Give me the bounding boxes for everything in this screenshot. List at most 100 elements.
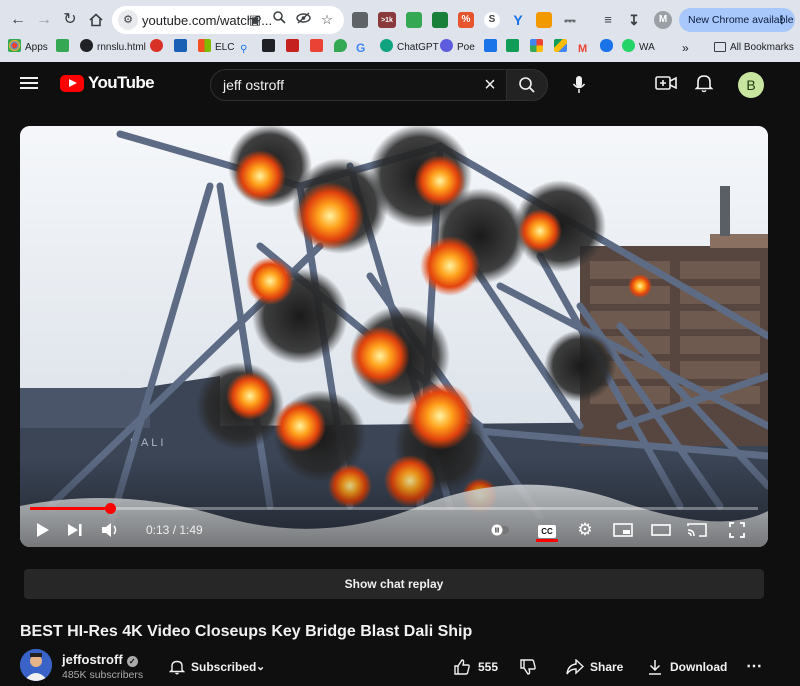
menu-hamburger-icon[interactable] — [20, 74, 40, 94]
address-bar[interactable]: ⚙ youtube.com/watch?... ▣ ☆ — [112, 6, 344, 34]
autoplay-toggle-icon[interactable] — [490, 520, 510, 540]
bookmark-gmail[interactable]: M — [578, 39, 595, 57]
bookmark-chat[interactable] — [600, 39, 617, 57]
search-query[interactable]: jeff ostroff — [223, 77, 284, 93]
install-app-icon[interactable]: ▣ — [246, 11, 264, 29]
extension-y-icon[interactable]: Y — [510, 12, 526, 28]
bookmark-poe[interactable]: Poe — [440, 39, 475, 57]
microsoft-icon — [198, 39, 211, 52]
extension-grid-icon[interactable] — [432, 12, 448, 28]
more-actions-icon[interactable]: ⋯ — [746, 655, 762, 679]
bookmark-apps[interactable]: Apps — [8, 39, 48, 57]
more-bookmarks-chevron-icon[interactable]: » — [682, 39, 689, 57]
extension-hat-icon[interactable] — [352, 12, 368, 28]
bookmark-photos[interactable] — [530, 39, 547, 57]
reading-list-icon[interactable]: ≡ — [600, 12, 616, 28]
download-button[interactable]: Download — [648, 655, 727, 679]
next-video-icon[interactable] — [64, 520, 86, 540]
search-button[interactable] — [506, 69, 548, 101]
channel-name-row[interactable]: jeffostroff ✓ — [62, 652, 138, 667]
subtitles-cc-icon[interactable]: CC — [536, 520, 558, 542]
forward-arrow-icon[interactable]: → — [32, 8, 56, 32]
chat-replay-label: Show chat replay — [344, 577, 444, 591]
bookmark-rnnslu[interactable]: rnnslu.html — [80, 39, 146, 57]
video-title: BEST HI-Res 4K Video Closeups Key Bridge… — [20, 623, 473, 640]
bookmark-elc[interactable]: ELC — [198, 39, 234, 57]
progress-scrubber-handle[interactable] — [105, 503, 117, 514]
bookmark-star-icon[interactable]: ☆ — [318, 11, 336, 29]
bookmark-chatgpt-label: ChatGPT — [397, 42, 439, 53]
bookmark-poe-label: Poe — [457, 42, 475, 53]
account-avatar[interactable]: B — [738, 72, 764, 98]
subscribed-button[interactable]: Subscribed ⌄ — [160, 652, 276, 682]
create-video-icon[interactable] — [655, 73, 679, 97]
like-button[interactable]: 555 — [453, 655, 503, 679]
bookmark-google[interactable]: G — [356, 39, 369, 57]
extension-orange-icon[interactable] — [536, 12, 552, 28]
bookmark-search[interactable]: ⚲ — [240, 39, 257, 57]
bookmark-pinwheel[interactable] — [150, 39, 167, 57]
back-arrow-icon[interactable]: ← — [6, 8, 30, 32]
bookmark-cp[interactable] — [174, 39, 191, 57]
channel-name[interactable]: jeffostroff — [62, 652, 123, 667]
microphone-icon — [572, 76, 586, 93]
extension-leaf-icon[interactable] — [406, 12, 422, 28]
thumbs-up-icon — [454, 659, 470, 675]
bookmark-sheet[interactable] — [506, 39, 523, 57]
account-avatar-letter: B — [746, 77, 756, 93]
bookmark-drive[interactable] — [554, 39, 571, 57]
bookmark-red[interactable] — [286, 39, 303, 57]
subscriber-count: 485K subscribers — [62, 669, 144, 681]
channel-avatar[interactable] — [20, 649, 52, 681]
progress-bar[interactable] — [30, 503, 758, 514]
reload-icon[interactable]: ↻ — [58, 8, 82, 32]
extension-percent-icon[interactable]: % — [458, 12, 474, 28]
photos-icon — [530, 39, 543, 52]
pinwheel-icon — [150, 39, 163, 52]
bookmark-chatgpt[interactable]: ChatGPT — [380, 39, 439, 57]
video-player[interactable]: DALI 0:13 / 1:49 CC ⚙ — [20, 126, 768, 547]
download-icon[interactable]: ↧ — [626, 12, 642, 28]
bookmark-wa-label: WA — [639, 42, 655, 53]
dislike-button[interactable] — [519, 655, 539, 679]
bookmark-blue[interactable] — [484, 39, 501, 57]
all-bookmarks[interactable]: All Bookmarks — [714, 39, 794, 57]
video-frame: DALI — [20, 126, 768, 547]
site-info-icon[interactable]: ⚙ — [118, 10, 138, 30]
zoom-icon[interactable] — [270, 11, 288, 29]
bookmark-flag[interactable] — [310, 39, 327, 57]
chatgpt-icon — [380, 39, 393, 52]
fullscreen-icon[interactable] — [726, 520, 748, 540]
extension-badge-icon[interactable]: >1k — [378, 12, 396, 28]
new-chrome-button[interactable]: New Chrome available ⋮ — [679, 8, 795, 32]
settings-gear-icon[interactable]: ⚙ — [574, 520, 596, 540]
extensions-puzzle-icon[interactable]: ⎓ — [562, 12, 578, 28]
bookmark-y[interactable] — [262, 39, 279, 57]
home-icon[interactable] — [84, 8, 108, 32]
gmail-icon: M — [578, 43, 588, 55]
masthead: YouTube jeff ostroff × B — [0, 62, 800, 108]
bookmark-green[interactable] — [56, 39, 73, 57]
kebab-menu-icon[interactable]: ⋮ — [777, 8, 788, 32]
show-chat-replay-button[interactable]: Show chat replay — [24, 569, 764, 599]
notifications-bell-icon[interactable] — [694, 73, 718, 97]
play-icon[interactable] — [32, 520, 54, 540]
cast-icon[interactable] — [686, 520, 708, 540]
extension-s-icon[interactable]: S — [484, 12, 500, 28]
bookmark-maps[interactable] — [334, 39, 351, 57]
progress-played — [30, 507, 111, 510]
subscribed-label: Subscribed — [191, 660, 257, 674]
clear-search-icon[interactable]: × — [479, 74, 501, 96]
volume-icon[interactable] — [96, 520, 126, 540]
profile-avatar[interactable]: M — [654, 11, 672, 29]
eye-off-icon[interactable] — [294, 11, 312, 29]
search-input[interactable]: jeff ostroff × — [210, 69, 507, 101]
voice-search-button[interactable] — [563, 69, 595, 101]
share-button[interactable]: Share — [566, 655, 626, 679]
bookmark-whatsapp[interactable]: WA — [622, 39, 655, 57]
miniplayer-icon[interactable] — [612, 520, 634, 540]
theater-mode-icon[interactable] — [650, 520, 672, 540]
chat-bubble-icon — [600, 39, 613, 52]
cp-favicon-icon — [174, 39, 187, 52]
profile-letter: M — [658, 14, 668, 25]
